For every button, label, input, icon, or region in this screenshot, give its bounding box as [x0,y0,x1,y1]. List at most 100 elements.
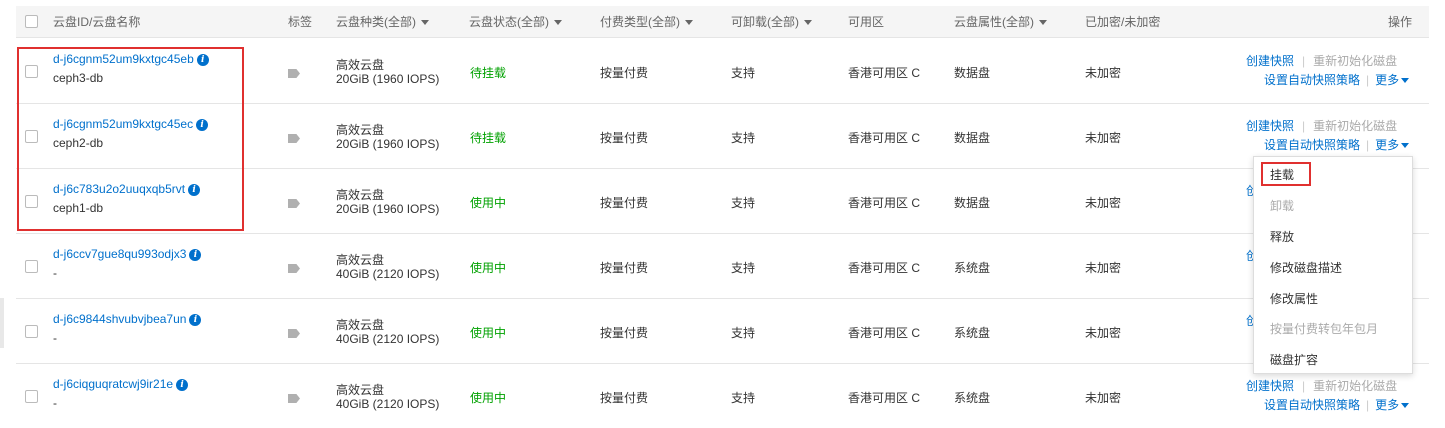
col-disk-attr-filter[interactable]: 云盘属性(全部) [954,6,1047,38]
table-header: 云盘ID/云盘名称 标签 云盘种类(全部) 云盘状态(全部) 付费类型(全部) … [16,6,1429,38]
encryption: 未加密 [1085,196,1122,210]
zone: 香港可用区 C [848,131,921,145]
dropdown-item-3[interactable]: 修改磁盘描述 [1270,258,1342,278]
col-disk-status-filter[interactable]: 云盘状态(全部) [469,6,562,38]
info-icon[interactable]: i [176,379,189,391]
action-separator: | [1302,54,1306,68]
disk-name: - [53,266,57,280]
disk-attr: 系统盘 [954,391,991,405]
col-tags: 标签 [288,15,313,29]
billing-type: 按量付费 [600,66,649,80]
dropdown-item-1: 卸载 [1270,199,1295,213]
col-zone: 可用区 [848,15,885,29]
auto-snapshot-policy-link[interactable]: 设置自动快照策略 [1264,73,1360,87]
disk-id-link[interactable]: d-j6ccv7gue8qu993odjx3 [53,247,186,261]
chevron-down-icon [1401,403,1410,409]
detachable: 支持 [731,261,756,275]
info-icon[interactable]: i [189,249,202,261]
billing-type: 按量付费 [600,261,649,275]
billing-type: 按量付费 [600,391,649,405]
disk-attr: 系统盘 [954,261,991,275]
table-row: d-j6ccv7gue8qu993odjx3 i - 高效云盘 40GiB (21… [16,234,1429,299]
more-menu-button[interactable]: 更多 [1375,398,1410,412]
disk-size: 20GiB (1960 IOPS) [336,72,440,86]
disk-attr: 数据盘 [954,66,991,80]
disk-status: 待挂载 [470,66,507,80]
more-label: 更多 [1375,73,1400,87]
dropdown-item-4[interactable]: 修改属性 [1270,289,1318,309]
tag-icon[interactable] [288,69,300,78]
row-checkbox[interactable] [25,260,38,273]
tag-icon[interactable] [288,199,300,208]
reinit-disk-link: 重新初始化磁盘 [1313,54,1398,68]
chevron-down-icon [1401,143,1410,149]
chevron-down-icon [1401,78,1410,84]
action-separator: | [1302,379,1306,393]
chevron-down-icon [804,20,812,26]
billing-type: 按量付费 [600,131,649,145]
more-actions-dropdown: 挂载 卸载 释放 修改磁盘描述 修改属性 按量付费转包年包月 磁盘扩容 [1253,156,1413,374]
detachable: 支持 [731,131,756,145]
col-disk-type-filter[interactable]: 云盘种类(全部) [336,6,429,38]
col-disk-type-label: 云盘种类(全部) [336,15,416,29]
disk-status: 使用中 [470,391,507,405]
action-separator: | [1366,398,1370,412]
tag-icon[interactable] [288,394,300,403]
tag-icon[interactable] [288,329,300,338]
encryption: 未加密 [1085,326,1122,340]
info-icon[interactable]: i [189,314,202,326]
col-encrypted: 已加密/未加密 [1085,15,1161,29]
side-edge-marker [0,298,4,348]
billing-type: 按量付费 [600,196,649,210]
row-checkbox[interactable] [25,390,38,403]
disk-attr: 数据盘 [954,196,991,210]
disk-attr: 系统盘 [954,326,991,340]
disk-id-link[interactable]: d-j6ciqguqratcwj9ir21e [53,377,173,391]
disk-type: 高效云盘 [336,318,385,332]
disk-type: 高效云盘 [336,253,385,267]
disk-size: 20GiB (1960 IOPS) [336,137,440,151]
col-detachable-label: 可卸载(全部) [731,15,799,29]
row-checkbox[interactable] [25,325,38,338]
dropdown-item-6[interactable]: 磁盘扩容 [1270,350,1318,370]
tag-icon[interactable] [288,134,300,143]
detachable: 支持 [731,326,756,340]
zone: 香港可用区 C [848,326,921,340]
reinit-disk-link: 重新初始化磁盘 [1313,379,1398,393]
more-label: 更多 [1375,398,1400,412]
reinit-disk-link: 重新初始化磁盘 [1313,119,1398,133]
col-detachable-filter[interactable]: 可卸载(全部) [731,6,812,38]
detachable: 支持 [731,66,756,80]
highlight-box-rows [17,47,244,231]
auto-snapshot-policy-link[interactable]: 设置自动快照策略 [1264,138,1360,152]
disk-size: 40GiB (2120 IOPS) [336,267,440,281]
zone: 香港可用区 C [848,261,921,275]
detachable: 支持 [731,391,756,405]
chevron-down-icon [421,20,429,26]
disk-id-link[interactable]: d-j6c9844shvubvjbea7un [53,312,186,326]
disk-status: 使用中 [470,261,507,275]
select-all-checkbox[interactable] [25,15,38,28]
col-billing-filter[interactable]: 付费类型(全部) [600,6,693,38]
detachable: 支持 [731,196,756,210]
col-billing-label: 付费类型(全部) [600,15,680,29]
create-snapshot-link[interactable]: 创建快照 [1246,379,1294,393]
more-menu-button[interactable]: 更多 [1375,73,1410,87]
auto-snapshot-policy-link[interactable]: 设置自动快照策略 [1264,398,1360,412]
create-snapshot-link[interactable]: 创建快照 [1246,54,1294,68]
disk-name: - [53,396,57,410]
col-disk-attr-label: 云盘属性(全部) [954,15,1034,29]
create-snapshot-link[interactable]: 创建快照 [1246,119,1294,133]
disk-status: 待挂载 [470,131,507,145]
disk-type: 高效云盘 [336,188,385,202]
disk-status: 使用中 [470,326,507,340]
col-id-name: 云盘ID/云盘名称 [53,15,141,29]
zone: 香港可用区 C [848,196,921,210]
dropdown-item-0[interactable]: 挂载 [1270,165,1294,185]
tag-icon[interactable] [288,264,300,273]
more-menu-button[interactable]: 更多 [1375,138,1410,152]
chevron-down-icon [685,20,693,26]
col-disk-status-label: 云盘状态(全部) [469,15,549,29]
dropdown-item-2[interactable]: 释放 [1270,227,1294,247]
disk-table: 云盘ID/云盘名称 标签 云盘种类(全部) 云盘状态(全部) 付费类型(全部) … [16,6,1429,38]
